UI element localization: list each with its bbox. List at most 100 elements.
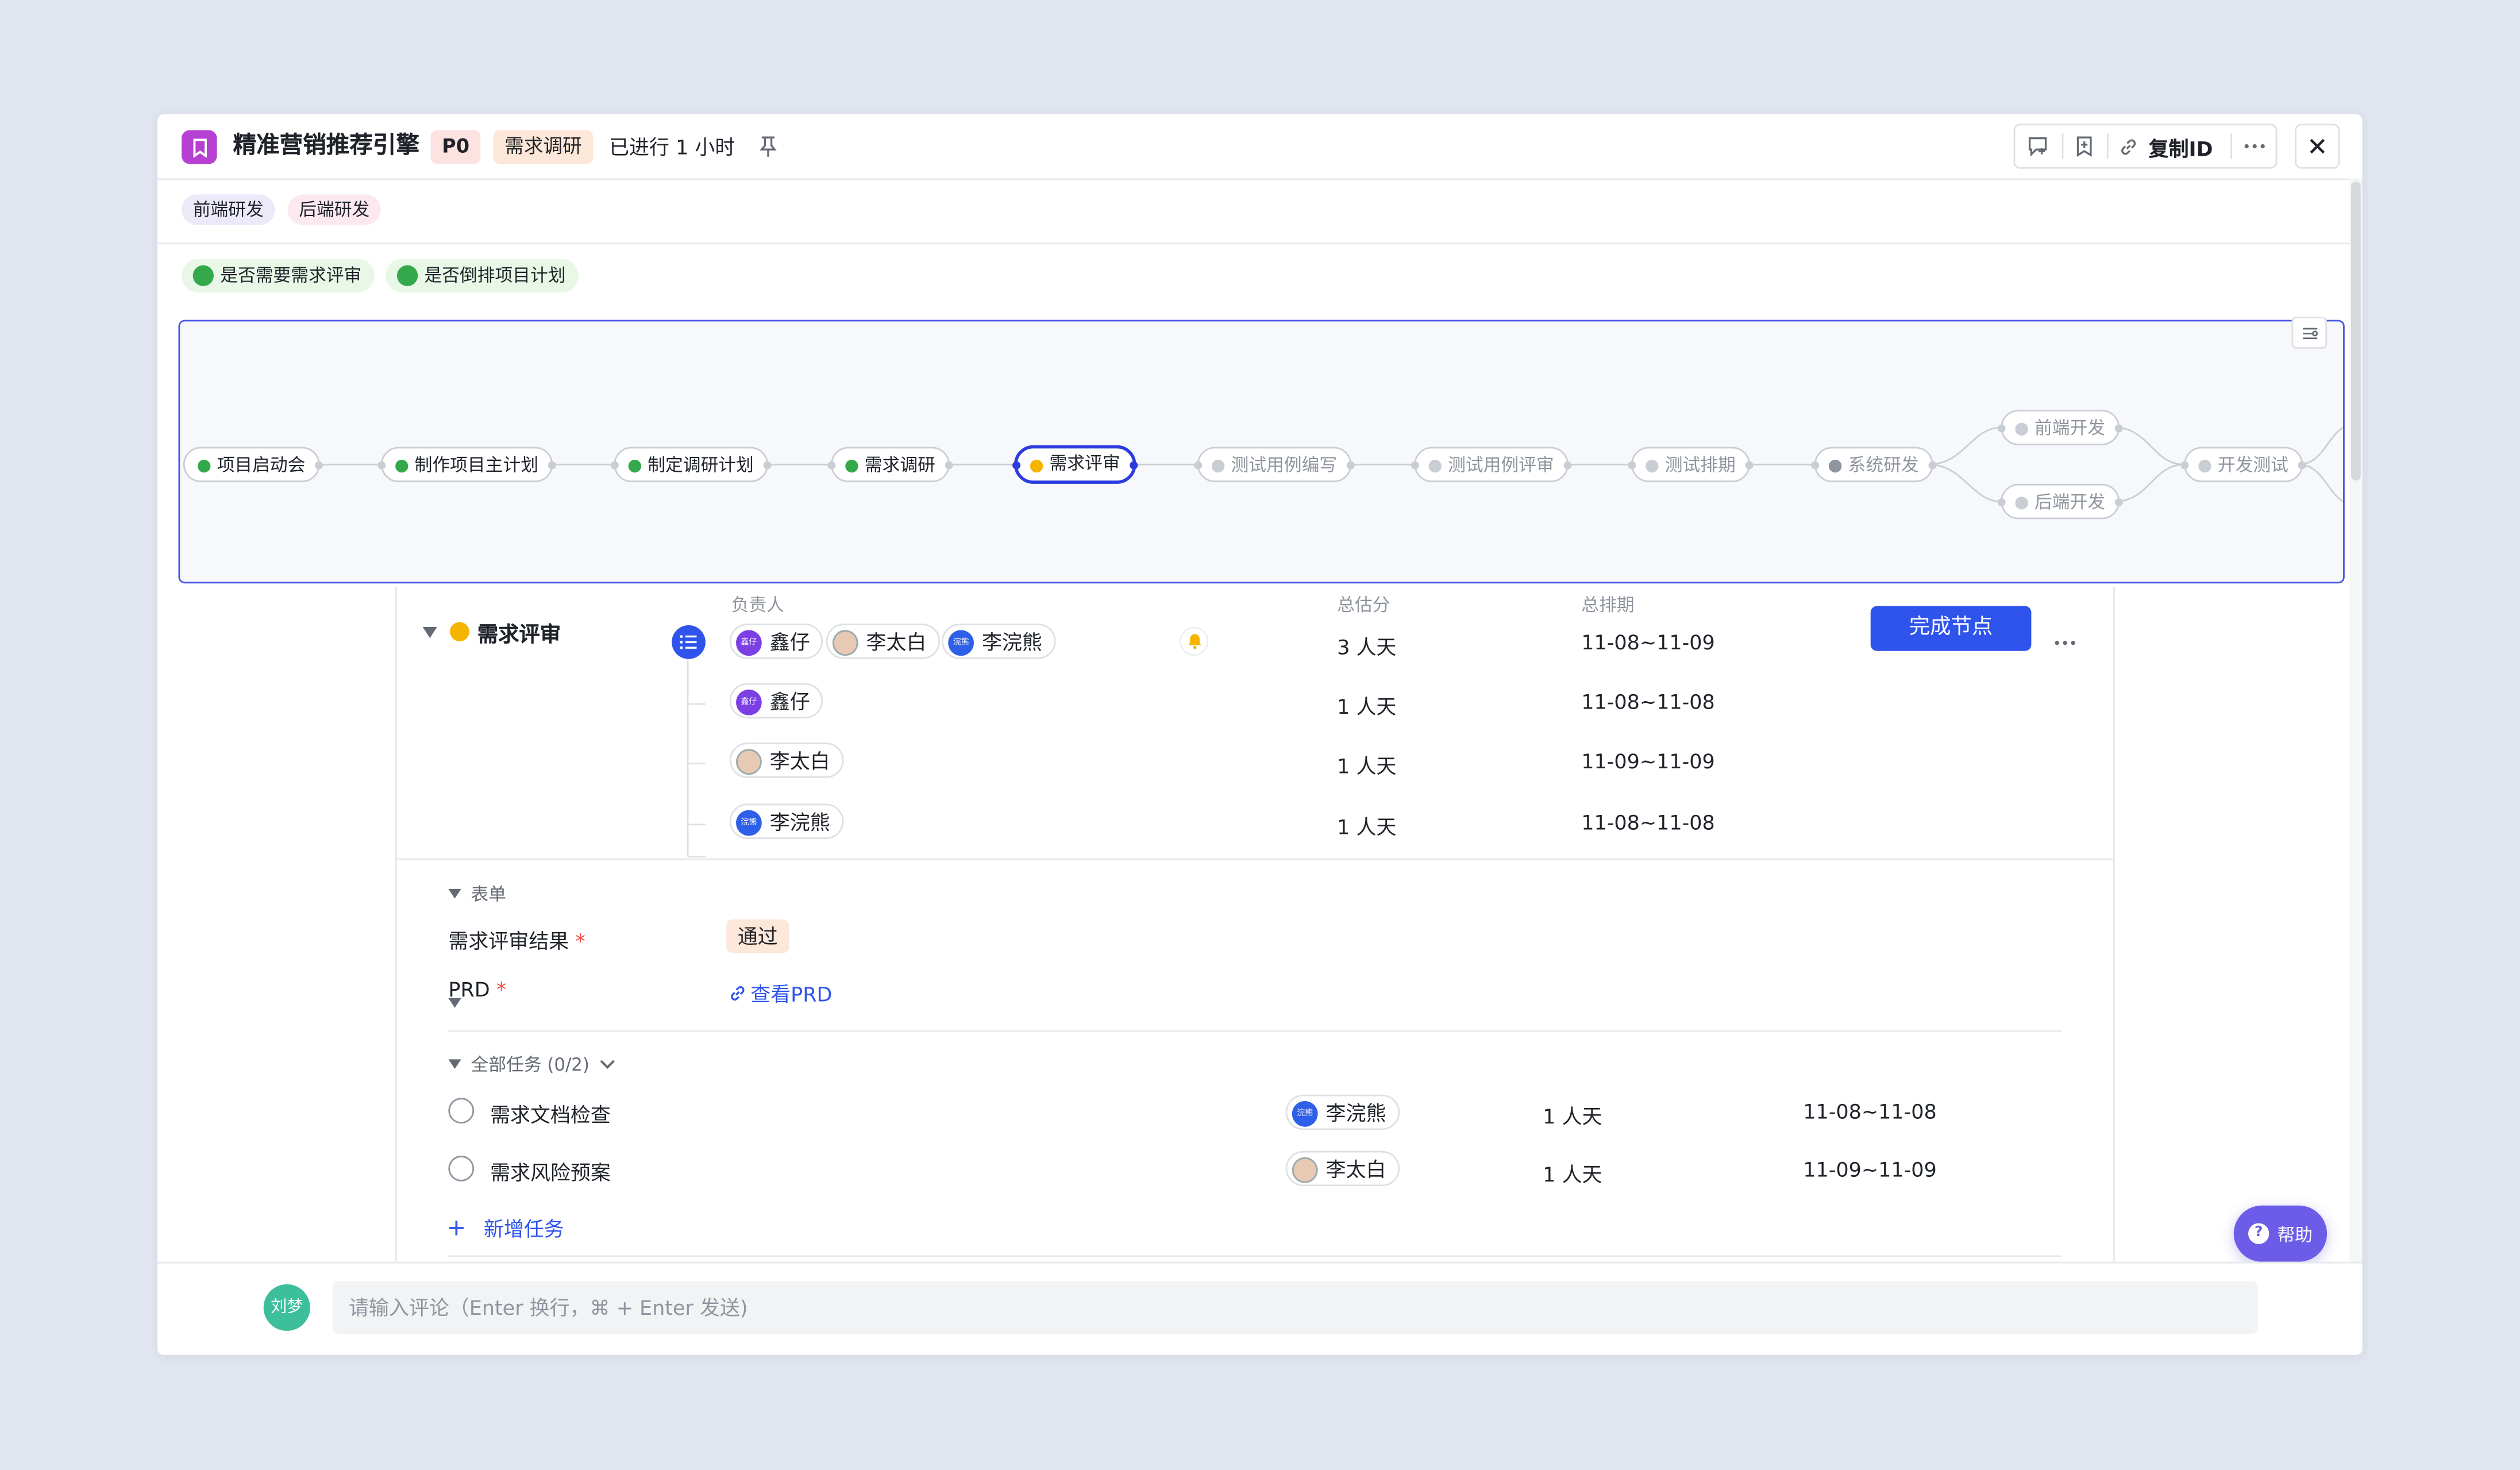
section-divider [396, 858, 2114, 860]
diagram-settings-icon[interactable] [2291, 317, 2328, 349]
flow-node-label: 制作项目主计划 [414, 455, 538, 476]
active-dot-icon [1030, 459, 1043, 473]
flow-node[interactable]: 制定调研计划 [610, 447, 772, 483]
owner-chip[interactable]: 李太白 [729, 742, 843, 778]
add-task-button[interactable]: 新增任务 [448, 1212, 564, 1242]
elapsed-time: 已进行 1 小时 [609, 134, 735, 159]
owner-chip[interactable]: 浣熊 李浣熊 [729, 803, 843, 840]
status-dot-icon [450, 622, 469, 642]
team-tag[interactable]: 后端研发 [287, 194, 381, 225]
caret-down-icon [448, 1059, 461, 1069]
help-icon: ? [2248, 1223, 2269, 1244]
owner-chip[interactable]: 鑫仔 鑫仔 [729, 624, 823, 659]
schedule-cell: 11-08~11-08 [1803, 1099, 1937, 1124]
check-circle-icon [396, 265, 418, 286]
tasks-section-toggle[interactable]: 全部任务 (0/2) [448, 1051, 615, 1077]
check-item[interactable]: 是否倒排项目计划 [386, 259, 579, 293]
flow-node-label: 后端开发 [2035, 491, 2106, 513]
link-icon [731, 985, 745, 1000]
page-title: 精准营销推荐引擎 [233, 133, 420, 159]
section-divider [448, 1255, 2062, 1257]
subprocess-icon [1828, 459, 1842, 473]
owner-chip[interactable]: 浣熊 李浣熊 [942, 624, 1055, 659]
link-icon [2121, 138, 2136, 154]
flow-node[interactable]: 需求调研 [827, 447, 953, 483]
header-divider [157, 178, 2363, 180]
tasks-section-label: 全部任务 (0/2) [471, 1054, 589, 1076]
owner-name: 李浣熊 [1325, 1100, 1386, 1125]
flow-node[interactable]: 测试排期 [1628, 447, 1754, 483]
flow-node[interactable]: 前端开发 [1997, 410, 2123, 445]
owner-name: 李浣熊 [769, 810, 830, 834]
owner-name: 李太白 [866, 630, 927, 655]
owner-name: 李太白 [769, 749, 830, 774]
done-dot-icon [395, 459, 409, 473]
help-button[interactable]: ? 帮助 [2233, 1205, 2328, 1262]
task-checkbox[interactable] [448, 1098, 475, 1124]
task-name[interactable]: 需求文档检查 [490, 1098, 611, 1128]
flow-node[interactable]: 测试用例编写 [1194, 447, 1355, 483]
col-owner-header: 负责人 [731, 594, 784, 616]
avatar [736, 749, 762, 775]
add-comment-icon[interactable] [2022, 129, 2054, 164]
owner-chip[interactable]: 鑫仔 鑫仔 [729, 683, 823, 719]
owner-chip[interactable]: 浣熊 李浣熊 [1285, 1094, 1399, 1130]
complete-node-button[interactable]: 完成节点 [1870, 606, 2032, 651]
close-icon [2310, 138, 2325, 154]
pending-dot-icon [2015, 422, 2028, 436]
flow-node[interactable]: 项目启动会 [183, 447, 323, 483]
task-name[interactable]: 需求风险预案 [490, 1156, 611, 1186]
flow-node[interactable]: 系统研发 [1811, 447, 1937, 483]
bell-icon[interactable] [1179, 626, 1209, 656]
copy-id-button[interactable]: 复制ID [2118, 129, 2213, 164]
team-tag[interactable]: 前端研发 [182, 194, 275, 225]
estimate-cell: 1 人天 [1543, 1104, 1602, 1129]
flow-node-label: 测试用例评审 [1448, 455, 1554, 476]
estimate-cell: 3 人天 [1337, 634, 1397, 659]
owner-name: 鑫仔 [769, 630, 810, 655]
node-more-icon[interactable] [2054, 622, 2076, 652]
pin-icon[interactable] [758, 133, 778, 164]
owner-chip[interactable]: 李太白 [826, 624, 939, 659]
flow-node-label: 制定调研计划 [648, 455, 754, 476]
estimate-cell: 1 人天 [1337, 694, 1397, 719]
add-task-label: 新增任务 [483, 1217, 564, 1241]
bookmark-add-icon[interactable] [2068, 129, 2101, 164]
avatar: 浣熊 [1292, 1100, 1318, 1127]
pending-dot-icon [1428, 459, 1442, 473]
col-estimate-header: 总估分 [1337, 594, 1390, 616]
owner-chip[interactable]: 李太白 [1285, 1150, 1399, 1187]
check-label: 是否需要需求评审 [220, 265, 362, 286]
avatar: 鑫仔 [736, 689, 762, 715]
flow-node[interactable]: 制作项目主计划 [377, 447, 556, 483]
more-icon[interactable] [2237, 129, 2272, 164]
copy-id-label: 复制ID [2148, 136, 2213, 160]
subtask-list-icon[interactable] [672, 625, 706, 659]
form-field-label: PRD * [448, 977, 507, 1002]
scrollbar-thumb[interactable] [2351, 182, 2361, 481]
task-checkbox[interactable] [448, 1156, 475, 1182]
flow-node-label: 测试用例编写 [1231, 455, 1338, 476]
form-section-toggle[interactable]: 表单 [448, 881, 506, 907]
avatar [1292, 1157, 1318, 1183]
estimate-cell: 1 人天 [1337, 815, 1397, 840]
toolbar-divider [2230, 133, 2233, 159]
flow-node-label: 开发测试 [2217, 455, 2288, 476]
flow-node[interactable]: 后端开发 [1997, 483, 2123, 519]
flow-node-label: 需求评审 [1049, 453, 1120, 475]
close-button[interactable] [2295, 124, 2340, 169]
comment-bar: 刘梦 请输入评论（Enter 换行，⌘ + Enter 发送) [157, 1261, 2363, 1355]
prd-link[interactable]: 查看PRD [728, 978, 832, 1008]
comment-input[interactable]: 请输入评论（Enter 换行，⌘ + Enter 发送) [332, 1281, 2258, 1334]
check-item[interactable]: 是否需要需求评审 [182, 259, 375, 293]
flow-node[interactable]: 开发测试 [2180, 447, 2306, 483]
flow-node-active[interactable]: 需求评审 [1012, 445, 1138, 484]
flow-node-label: 项目启动会 [217, 455, 306, 476]
owner-name: 李浣熊 [981, 630, 1042, 655]
toolbar-divider [2062, 133, 2064, 159]
form-field-label: 需求评审结果 * [448, 929, 585, 953]
caret-down-icon[interactable] [422, 626, 437, 638]
avatar [832, 630, 858, 656]
review-result-tag[interactable]: 通过 [726, 919, 789, 953]
flow-node[interactable]: 测试用例评审 [1411, 447, 1572, 483]
